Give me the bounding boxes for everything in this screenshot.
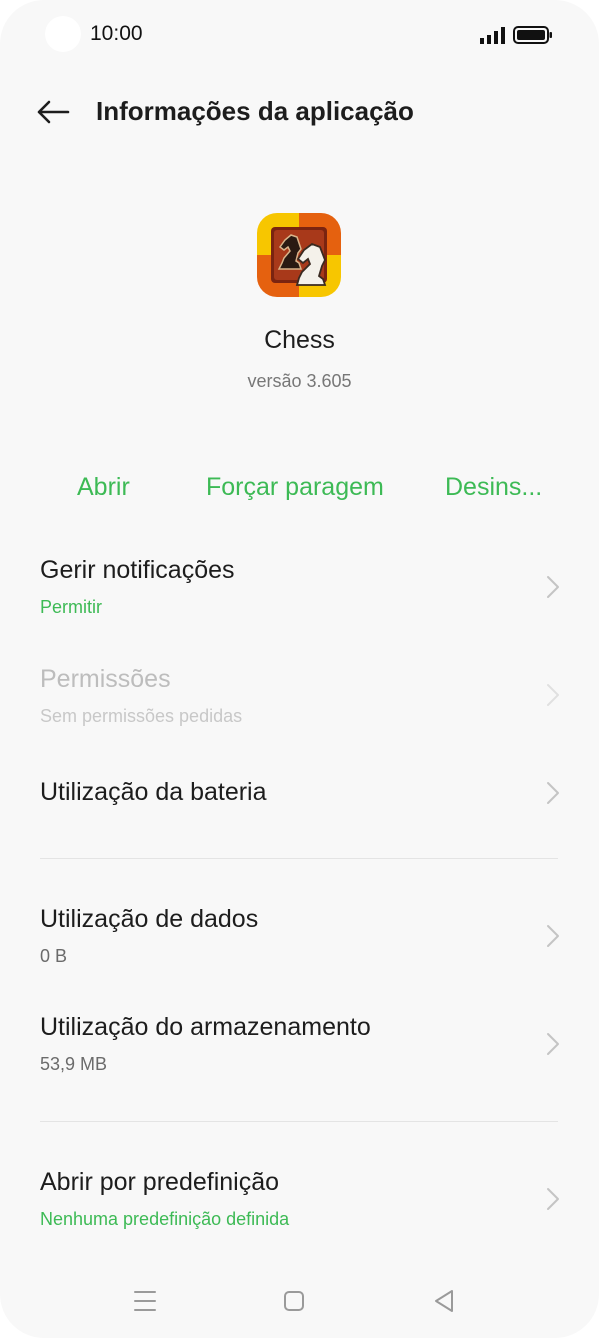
chevron-right-icon — [547, 576, 559, 598]
home-icon[interactable] — [281, 1288, 307, 1314]
item-title: Gerir notificações — [40, 556, 235, 584]
app-name: Chess — [264, 326, 335, 354]
chevron-right-icon — [547, 925, 559, 947]
open-button[interactable]: Abrir — [77, 473, 130, 502]
uninstall-button[interactable]: Desins... — [445, 473, 542, 502]
menu-icon[interactable] — [132, 1288, 158, 1314]
item-title: Utilização de dados — [40, 905, 259, 933]
item-subtitle: 53,9 MB — [40, 1054, 108, 1074]
app-version: versão 3.605 — [247, 371, 352, 391]
battery-usage-item[interactable]: Utilização da bateria — [40, 778, 560, 812]
item-title: Utilização da bateria — [40, 778, 267, 806]
phone-screen: 10:00 Informações da aplicação Chess ver… — [0, 0, 599, 1338]
divider — [40, 1121, 558, 1122]
item-title: Utilização do armazenamento — [40, 1013, 371, 1041]
divider — [40, 858, 558, 859]
item-title: Abrir por predefinição — [40, 1168, 280, 1196]
force-stop-button[interactable]: Forçar paragem — [206, 473, 384, 502]
arrow-left-icon — [37, 100, 70, 124]
item-subtitle: Nenhuma predefinição definida — [40, 1209, 290, 1229]
page-title: Informações da aplicação — [96, 96, 414, 126]
back-triangle-icon[interactable] — [432, 1288, 458, 1314]
chevron-right-icon — [547, 1033, 559, 1055]
open-by-default-item[interactable]: Abrir por predefinição Nenhuma predefini… — [40, 1168, 560, 1240]
chevron-right-icon — [547, 684, 559, 706]
camera-cutout — [45, 16, 81, 52]
back-button[interactable] — [30, 92, 76, 132]
permissions-item: Permissões Sem permissões pedidas — [40, 665, 560, 737]
item-subtitle: Sem permissões pedidas — [40, 706, 243, 726]
status-bar: 10:00 — [0, 0, 599, 70]
signal-icon — [480, 27, 505, 44]
manage-notifications-item[interactable]: Gerir notificações Permitir — [40, 556, 560, 628]
storage-usage-item[interactable]: Utilização do armazenamento 53,9 MB — [40, 1013, 560, 1085]
status-time: 10:00 — [90, 22, 143, 45]
battery-icon — [513, 26, 552, 44]
app-bar: Informações da aplicação — [0, 80, 599, 144]
chevron-right-icon — [547, 1188, 559, 1210]
item-subtitle: 0 B — [40, 946, 68, 966]
item-subtitle: Permitir — [40, 597, 102, 617]
chess-app-icon — [257, 213, 341, 297]
chevron-right-icon — [547, 782, 559, 804]
data-usage-item[interactable]: Utilização de dados 0 B — [40, 905, 560, 977]
item-title: Permissões — [40, 665, 171, 693]
